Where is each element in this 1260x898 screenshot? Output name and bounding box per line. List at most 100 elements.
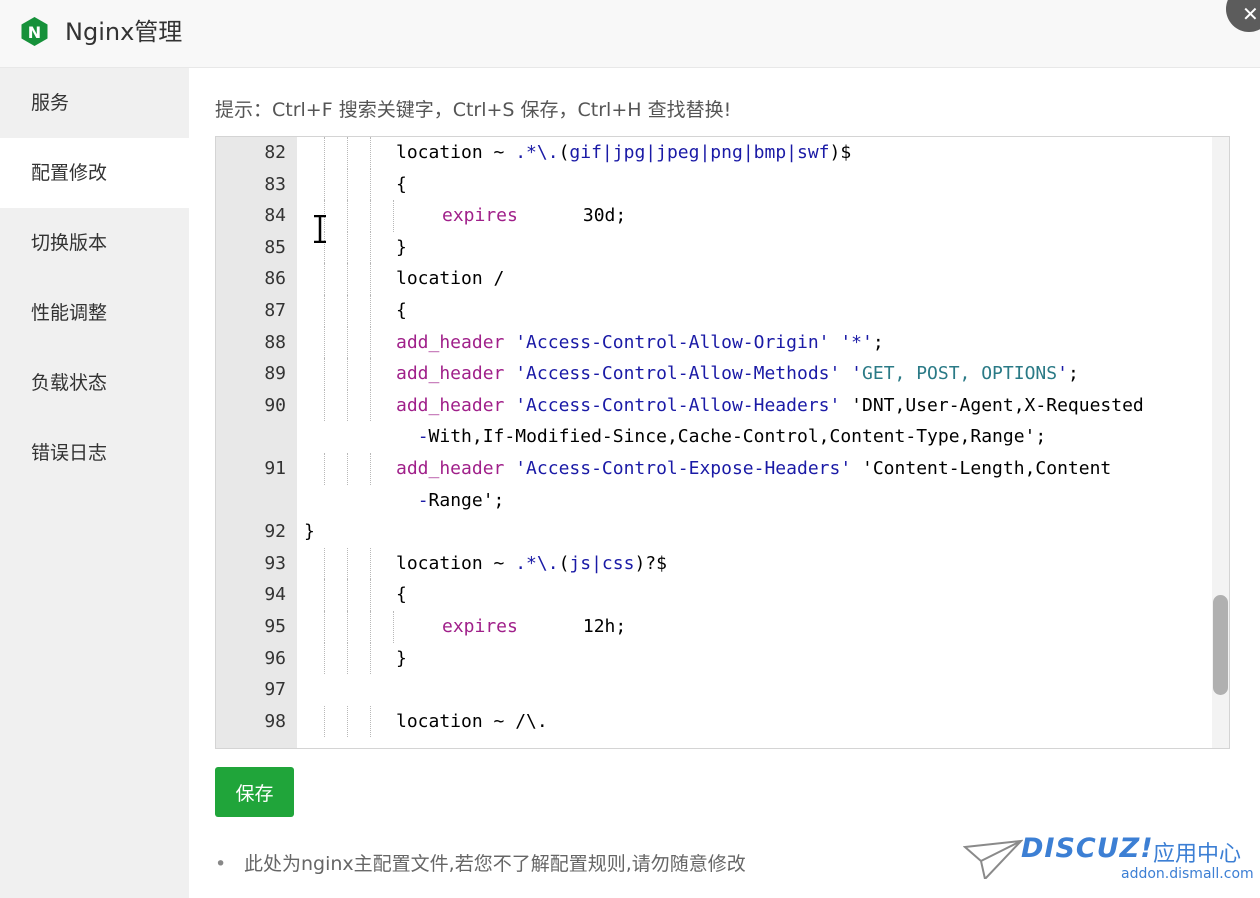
code-text: add_header 'Access-Control-Expose-Header…: [396, 457, 1112, 479]
code-text: location ~ .*\.(gif|jpg|jpeg|png|bmp|swf…: [396, 142, 852, 163]
indent-guide: [324, 389, 325, 422]
indent-guide: [347, 231, 348, 264]
shortcut-hint: 提示：Ctrl+F 搜索关键字，Ctrl+S 保存，Ctrl+H 查找替换!: [215, 99, 732, 121]
code-line[interactable]: 86 location /: [216, 263, 1212, 295]
indent-guide: [370, 326, 371, 359]
line-number: 88: [264, 331, 286, 353]
code-editor[interactable]: 82 location ~ .*\.(gif|jpg|jpeg|png|bmp|s…: [215, 136, 1230, 749]
code-text: add_header 'Access-Control-Allow-Methods…: [396, 363, 1079, 385]
code-line[interactable]: 98 location ~ /\.: [216, 705, 1212, 738]
code-line[interactable]: 88 add_header 'Access-Control-Allow-Origi…: [216, 326, 1212, 359]
watermark-cn: 应用中心: [1153, 842, 1242, 867]
code-line[interactable]: 91 add_header 'Access-Control-Expose-Head…: [216, 452, 1212, 485]
indent-guide: [324, 610, 325, 643]
indent-guide: [347, 168, 348, 201]
sidebar-item-service[interactable]: 服务: [0, 68, 189, 138]
code-line[interactable]: 95 expires 12h;: [216, 610, 1212, 643]
editor-scrollbar[interactable]: [1212, 137, 1229, 748]
code-text: {: [396, 299, 407, 321]
indent-guide: [370, 358, 371, 390]
watermark-url: addon.dismall.com: [1121, 866, 1254, 882]
text-cursor-icon: [314, 215, 326, 243]
indent-guide: [370, 452, 371, 485]
config-warning-note: • 此处为nginx主配置文件,若您不了解配置规则,请勿随意修改: [215, 848, 746, 880]
code-line[interactable]: 82 location ~ .*\.(gif|jpg|jpeg|png|bmp|s…: [216, 137, 1212, 169]
line-number: 96: [264, 647, 286, 669]
indent-guide: [324, 642, 325, 675]
code-text: -Range';: [417, 489, 505, 511]
line-number: 85: [264, 236, 286, 258]
indent-guide: [347, 705, 348, 738]
indent-guide: [370, 200, 371, 232]
indent-guide: [370, 642, 371, 675]
code-text: }: [396, 647, 407, 669]
sidebar-item-load-status[interactable]: 负载状态: [0, 348, 189, 418]
indent-guide: [324, 547, 325, 580]
line-number: 84: [264, 205, 286, 227]
indent-guide: [347, 389, 348, 422]
indent-guide: [347, 200, 348, 232]
indent-guide: [393, 200, 394, 232]
code-line[interactable]: 96}: [216, 642, 1212, 675]
sidebar-item-switch-version[interactable]: 切换版本: [0, 208, 189, 278]
indent-guide: [370, 137, 371, 169]
watermark-brand: DISCUZ!: [1021, 833, 1154, 864]
sidebar-item-performance[interactable]: 性能调整: [0, 278, 189, 348]
indent-guide: [324, 263, 325, 295]
scrollbar-thumb[interactable]: [1213, 595, 1228, 695]
code-line[interactable]: 89 add_header 'Access-Control-Allow-Metho…: [216, 358, 1212, 390]
code-line[interactable]: 94 {: [216, 579, 1212, 611]
code-line[interactable]: 90 add_header 'Access-Control-Allow-Heade…: [216, 389, 1212, 422]
line-number: 90: [264, 394, 286, 416]
code-line[interactable]: 97: [216, 674, 1212, 706]
indent-guide: [370, 231, 371, 264]
code-text: location /: [396, 268, 505, 290]
code-text: expires 12h;: [442, 615, 627, 637]
line-number: 86: [264, 268, 286, 290]
indent-guide: [370, 294, 371, 327]
line-number: 83: [264, 173, 286, 195]
line-number: 92: [264, 521, 286, 543]
indent-guide: [370, 610, 371, 643]
code-line[interactable]: 85}: [216, 231, 1212, 264]
indent-guide: [347, 452, 348, 485]
save-button[interactable]: 保存: [215, 767, 294, 817]
code-line[interactable]: -With,If-Modified-Since,Cache-Control,Co…: [216, 421, 1212, 453]
line-number: 98: [264, 710, 286, 732]
indent-guide: [370, 579, 371, 611]
indent-guide: [324, 452, 325, 485]
indent-guide: [347, 326, 348, 359]
code-lines[interactable]: 82 location ~ .*\.(gif|jpg|jpeg|png|bmp|s…: [216, 137, 1212, 738]
code-text: add_header 'Access-Control-Allow-Headers…: [396, 394, 1144, 416]
code-line[interactable]: 93 location ~ .*\.(js|css)?$: [216, 547, 1212, 580]
line-number: 87: [264, 299, 286, 321]
indent-guide: [347, 642, 348, 675]
code-text: expires 30d;: [442, 205, 627, 227]
code-line[interactable]: 83 {: [216, 168, 1212, 201]
code-line[interactable]: 87 {: [216, 294, 1212, 327]
indent-guide: [347, 294, 348, 327]
indent-guide: [324, 326, 325, 359]
nginx-logo-icon: N: [21, 17, 48, 46]
code-line[interactable]: 84 expires 30d;: [216, 200, 1212, 232]
indent-guide: [324, 294, 325, 327]
indent-guide: [347, 579, 348, 611]
indent-guide: [324, 705, 325, 738]
sidebar-item-error-log[interactable]: 错误日志: [0, 418, 189, 488]
line-number: 82: [264, 142, 286, 163]
close-icon[interactable]: ✕: [1242, 4, 1259, 24]
indent-guide: [347, 358, 348, 390]
sidebar-item-config-edit[interactable]: 配置修改: [0, 138, 189, 208]
line-number: 91: [264, 457, 286, 479]
indent-guide: [347, 610, 348, 643]
code-text: }: [396, 236, 407, 258]
bullet-icon: •: [215, 853, 227, 875]
code-line[interactable]: 92}: [216, 516, 1212, 548]
line-number: 89: [264, 363, 286, 385]
title-bar: N Nginx管理 ✕: [0, 0, 1260, 68]
indent-guide: [370, 168, 371, 201]
code-line[interactable]: -Range';: [216, 485, 1212, 517]
discuz-watermark: DISCUZ! 应用中心 addon.dismall.com: [963, 833, 1254, 888]
indent-guide: [370, 389, 371, 422]
close-button[interactable]: ✕: [1226, 0, 1260, 32]
